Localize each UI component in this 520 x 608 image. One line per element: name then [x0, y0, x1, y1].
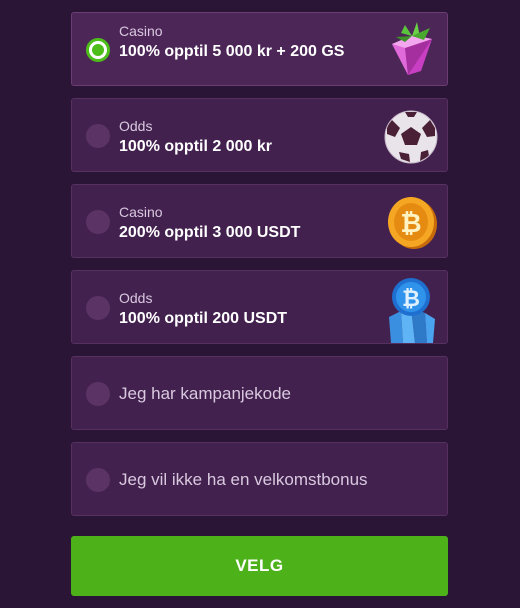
bonus-option-odds-2000[interactable]: Odds 100% opptil 2 000 kr: [71, 98, 448, 172]
radio-unselected[interactable]: [86, 124, 110, 148]
option-category: Odds: [119, 118, 153, 134]
svg-text:₿: ₿: [402, 287, 420, 312]
football-icon: [384, 110, 438, 164]
option-label: Jeg har kampanjekode: [119, 384, 292, 403]
bonus-option-casino-5000[interactable]: Casino 100% opptil 5 000 kr + 200 GS: [71, 12, 448, 86]
bonus-selection: Casino 100% opptil 5 000 kr + 200 GS Odd…: [0, 0, 520, 608]
option-category: Casino: [119, 23, 163, 39]
option-category: Odds: [119, 290, 153, 306]
no-bonus-option[interactable]: Jeg vil ikke ha en velkomstbonus: [71, 442, 448, 516]
bonus-option-odds-usdt[interactable]: Odds 100% opptil 200 USDT ₿: [71, 270, 448, 344]
radio-unselected[interactable]: [86, 296, 110, 320]
svg-text:₿: ₿: [400, 209, 421, 239]
radio-unselected[interactable]: [86, 382, 110, 406]
option-title: 100% opptil 2 000 kr: [119, 138, 272, 155]
radio-unselected[interactable]: [86, 468, 110, 492]
bitcoin-coin-icon: ₿: [388, 197, 437, 249]
velg-button[interactable]: VELG: [71, 536, 448, 596]
option-title: 100% opptil 5 000 kr + 200 GS: [119, 43, 345, 60]
promo-code-option[interactable]: Jeg har kampanjekode: [71, 356, 448, 430]
radio-unselected[interactable]: [86, 210, 110, 234]
option-category: Casino: [119, 204, 163, 220]
option-title: 200% opptil 3 000 USDT: [119, 224, 301, 241]
bitcoin-crystal-icon: ₿: [389, 278, 435, 343]
option-label: Jeg vil ikke ha en velkomstbonus: [119, 470, 368, 489]
option-title: 100% opptil 200 USDT: [119, 310, 288, 327]
radio-selected[interactable]: [86, 38, 110, 62]
bonus-option-casino-usdt[interactable]: Casino 200% opptil 3 000 USDT ₿: [71, 184, 448, 258]
gem-icon: [392, 22, 432, 75]
